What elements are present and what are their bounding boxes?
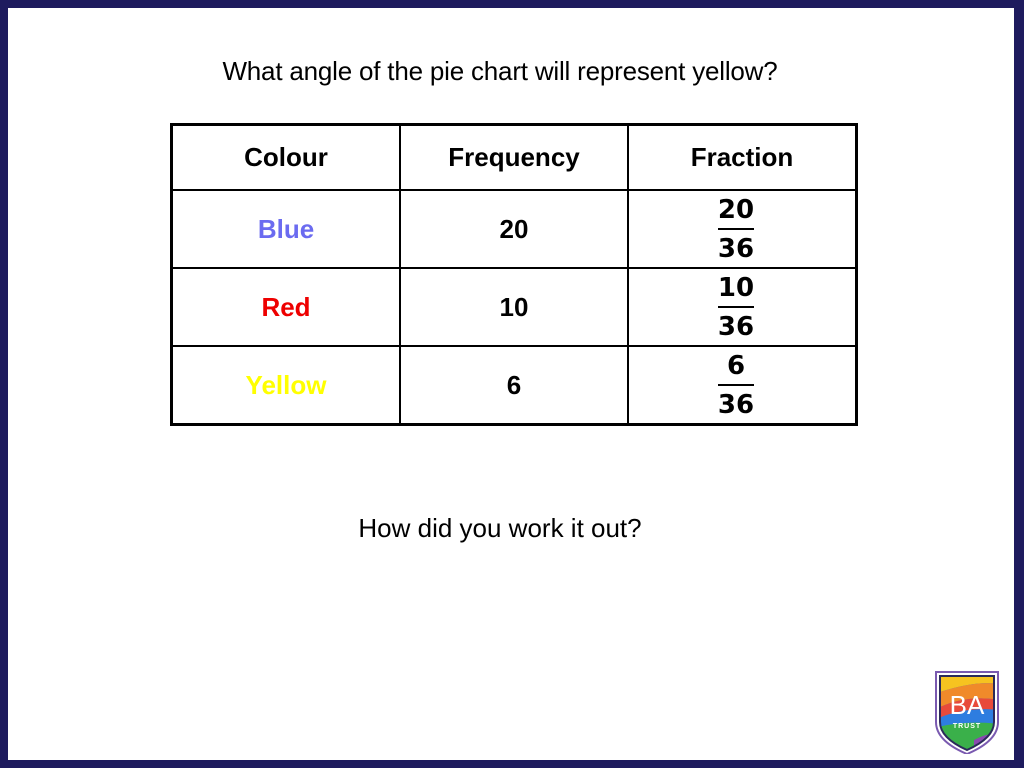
- colour-cell: Yellow: [170, 345, 401, 426]
- fraction: 10 36: [718, 273, 754, 342]
- fraction-bar: [718, 228, 754, 230]
- followup-label: How did you work it out?: [358, 513, 642, 543]
- denominator: 36: [717, 390, 755, 420]
- fraction: 6 36: [718, 351, 754, 420]
- frequency-table: Colour Frequency Fraction Blue 20 20 36 …: [170, 123, 858, 426]
- table-row: Yellow 6 6 36: [170, 345, 858, 426]
- question-label: What angle of the pie chart will represe…: [222, 56, 778, 86]
- frequency-cell: 20: [399, 189, 629, 269]
- table-row: Blue 20 20 36: [170, 189, 858, 269]
- question-text: What angle of the pie chart will represe…: [8, 56, 1014, 87]
- fraction-cell: 10 36: [627, 267, 858, 347]
- frequency-cell: 10: [399, 267, 629, 347]
- table-row: Red 10 10 36: [170, 267, 858, 347]
- fraction-cell: 6 36: [627, 345, 858, 426]
- ba-trust-logo-icon: BA TRUST: [935, 671, 999, 754]
- colour-cell: Blue: [170, 189, 401, 269]
- header-fraction: Fraction: [627, 123, 858, 191]
- numerator: 10: [717, 273, 755, 303]
- table-header-row: Colour Frequency Fraction: [170, 123, 858, 191]
- header-colour: Colour: [170, 123, 401, 191]
- logo-subtitle: TRUST: [953, 723, 981, 730]
- colour-cell: Red: [170, 267, 401, 347]
- followup-text: How did you work it out?: [8, 513, 1014, 544]
- numerator: 6: [726, 351, 746, 381]
- fraction-cell: 20 36: [627, 189, 858, 269]
- header-frequency: Frequency: [399, 123, 629, 191]
- denominator: 36: [717, 234, 755, 264]
- denominator: 36: [717, 312, 755, 342]
- fraction: 20 36: [718, 195, 754, 264]
- fraction-bar: [718, 384, 754, 386]
- fraction-bar: [718, 306, 754, 308]
- numerator: 20: [717, 195, 755, 225]
- frequency-cell: 6: [399, 345, 629, 426]
- logo-initials: BA: [950, 690, 985, 720]
- slide: What angle of the pie chart will represe…: [8, 8, 1014, 760]
